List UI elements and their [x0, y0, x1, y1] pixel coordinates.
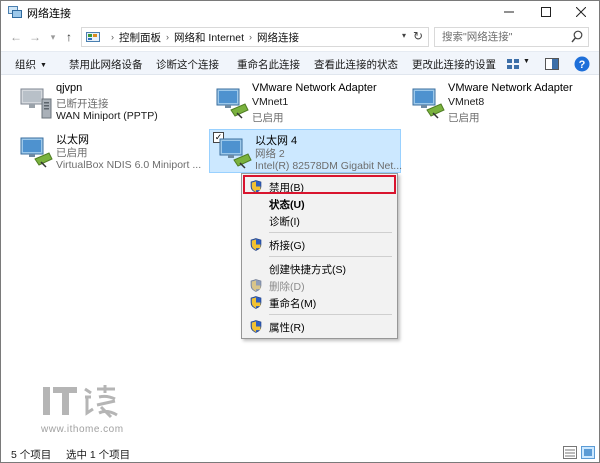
status-bar: 5 个项目 选中 1 个项目	[1, 443, 599, 462]
chevron-down-icon: ▼	[40, 62, 47, 69]
menu-item-diagnose[interactable]: 诊断(I)	[244, 212, 395, 229]
menu-separator	[269, 314, 392, 315]
change-settings-button[interactable]: 更改此连接的设置	[412, 57, 496, 72]
watermark-url: www.ithome.com	[41, 424, 124, 435]
recent-locations-button[interactable]: ▾	[46, 29, 60, 45]
disable-device-button[interactable]: 禁用此网络设备	[69, 57, 143, 72]
connection-status: 已断开连接	[56, 98, 109, 110]
menu-item-label: 状态(U)	[269, 199, 305, 211]
uac-shield-icon	[250, 279, 262, 292]
address-dropdown-icon[interactable]: ▾	[402, 31, 406, 40]
view-options-icon[interactable]	[506, 56, 520, 72]
control-panel-icon	[86, 32, 100, 42]
disable-item-highlight	[243, 175, 396, 194]
organize-label: 组织	[15, 59, 36, 71]
connection-device: WAN Miniport (PPTP)	[56, 110, 158, 122]
ithome-watermark-logo	[43, 385, 118, 419]
breadcrumb-separator-icon: ›	[166, 32, 169, 42]
view-status-button[interactable]: 查看此连接的状态	[314, 57, 398, 72]
search-box[interactable]	[434, 27, 589, 47]
connection-device: 已启用	[448, 112, 480, 124]
minimize-button[interactable]	[491, 1, 527, 23]
vpn-server-icon	[20, 88, 52, 119]
title-bar[interactable]: 网络连接	[1, 1, 599, 23]
refresh-icon[interactable]: ↻	[413, 29, 423, 43]
preview-pane-icon[interactable]	[545, 56, 559, 72]
large-icons-view-icon[interactable]	[581, 446, 595, 459]
arrow-right-icon: →	[29, 30, 41, 44]
menu-item-properties[interactable]: 属性(R)	[244, 318, 395, 335]
connection-item-qjvpn[interactable]: qjvpn 已断开连接 WAN Miniport (PPTP)	[11, 80, 203, 124]
uac-shield-icon	[250, 238, 262, 251]
context-menu: 禁用(B) 状态(U) 诊断(I) 桥接(G) 创建快捷方式(S) 删除(D) …	[241, 173, 398, 339]
menu-item-label: 桥接(G)	[269, 240, 306, 252]
connection-status: 已启用	[56, 147, 88, 159]
address-bar[interactable]: › 控制面板 › 网络和 Internet › 网络连接 ▾ ↻	[81, 27, 429, 47]
breadcrumb-separator-icon: ›	[249, 32, 253, 42]
help-icon[interactable]: ?	[574, 56, 590, 72]
menu-item-create-shortcut[interactable]: 创建快捷方式(S)	[244, 260, 395, 277]
breadcrumb-network-internet[interactable]: 网络和 Internet	[174, 30, 244, 45]
network-adapter-icon	[219, 138, 252, 169]
menu-item-label: 删除(D)	[269, 281, 305, 293]
arrow-up-icon: ↑	[66, 30, 72, 44]
menu-separator	[269, 256, 392, 257]
breadcrumb-separator-icon: ›	[111, 32, 114, 42]
connection-device: VirtualBox NDIS 6.0 Miniport ...	[56, 159, 202, 171]
command-bar: 组织 ▼ 禁用此网络设备 诊断这个连接 重命名此连接 查看此连接的状态 更改此连接…	[1, 51, 599, 75]
connection-status: 网络 2	[255, 148, 285, 160]
connection-item-vmnet1[interactable]: VMware Network Adapter VMnet1 已启用	[207, 80, 399, 124]
menu-item-rename[interactable]: 重命名(M)	[244, 294, 395, 311]
connection-name: VMware Network Adapter	[448, 82, 573, 94]
up-button[interactable]: ↑	[62, 29, 76, 45]
view-options-dropdown-icon[interactable]: ▼	[523, 58, 530, 65]
network-adapter-icon	[20, 137, 53, 168]
menu-item-status[interactable]: 状态(U)	[244, 195, 395, 212]
menu-item-label: 创建快捷方式(S)	[269, 264, 346, 276]
selected-count: 选中 1 个项目	[66, 449, 131, 461]
menu-item-label: 诊断(I)	[269, 216, 300, 228]
organize-menu[interactable]: 组织 ▼	[15, 57, 47, 72]
network-connections-window: 网络连接 ← → ▾ ↑ › 控制面板 › 网络和 Internet › 网络连…	[0, 0, 600, 463]
navigation-bar: ← → ▾ ↑ › 控制面板 › 网络和 Internet › 网络连接 ▾ ↻	[1, 25, 599, 49]
diagnose-connection-button[interactable]: 诊断这个连接	[156, 57, 219, 72]
connection-item-vmnet8[interactable]: VMware Network Adapter VMnet8 已启用	[403, 80, 595, 124]
uac-shield-icon	[250, 320, 262, 333]
window-title: 网络连接	[27, 8, 71, 20]
network-adapter-icon	[412, 88, 445, 119]
maximize-button[interactable]	[528, 1, 564, 23]
close-icon	[576, 7, 586, 17]
breadcrumb-network-connections[interactable]: 网络连接	[257, 30, 299, 45]
connection-item-ethernet-4[interactable]: ✓ 以太网 4 网络 2 Intel(R) 82578DM Gigabit Ne…	[209, 129, 403, 173]
connection-status: VMnet1	[252, 96, 289, 108]
rename-connection-button[interactable]: 重命名此连接	[237, 57, 300, 72]
close-button[interactable]	[563, 1, 599, 23]
item-count: 5 个项目	[11, 449, 52, 461]
connection-name: VMware Network Adapter	[252, 82, 377, 94]
back-button[interactable]: ←	[9, 29, 23, 45]
menu-item-delete: 删除(D)	[244, 277, 395, 294]
arrow-left-icon: ←	[10, 30, 22, 44]
minimize-icon	[504, 11, 514, 13]
breadcrumb-control-panel[interactable]: 控制面板	[119, 30, 161, 45]
chevron-down-icon: ▾	[50, 32, 56, 42]
menu-separator	[269, 232, 392, 233]
connection-item-ethernet[interactable]: 以太网 已启用 VirtualBox NDIS 6.0 Miniport ...	[11, 129, 203, 173]
connection-name: qjvpn	[56, 82, 83, 94]
maximize-icon	[541, 7, 551, 17]
connection-status: VMnet8	[448, 96, 485, 108]
menu-item-bridge[interactable]: 桥接(G)	[244, 236, 395, 253]
menu-item-label: 属性(R)	[269, 322, 305, 334]
menu-item-label: 重命名(M)	[269, 298, 317, 310]
network-connections-app-icon	[8, 6, 22, 18]
details-view-icon[interactable]	[563, 446, 577, 459]
forward-button[interactable]: →	[28, 29, 42, 45]
search-input[interactable]	[435, 28, 565, 46]
uac-shield-icon	[250, 296, 262, 309]
connection-device: 已启用	[252, 112, 284, 124]
connection-device: Intel(R) 82578DM Gigabit Net...	[255, 160, 403, 172]
svg-text:?: ?	[579, 59, 586, 71]
search-icon	[571, 30, 583, 43]
network-adapter-icon	[216, 88, 249, 119]
